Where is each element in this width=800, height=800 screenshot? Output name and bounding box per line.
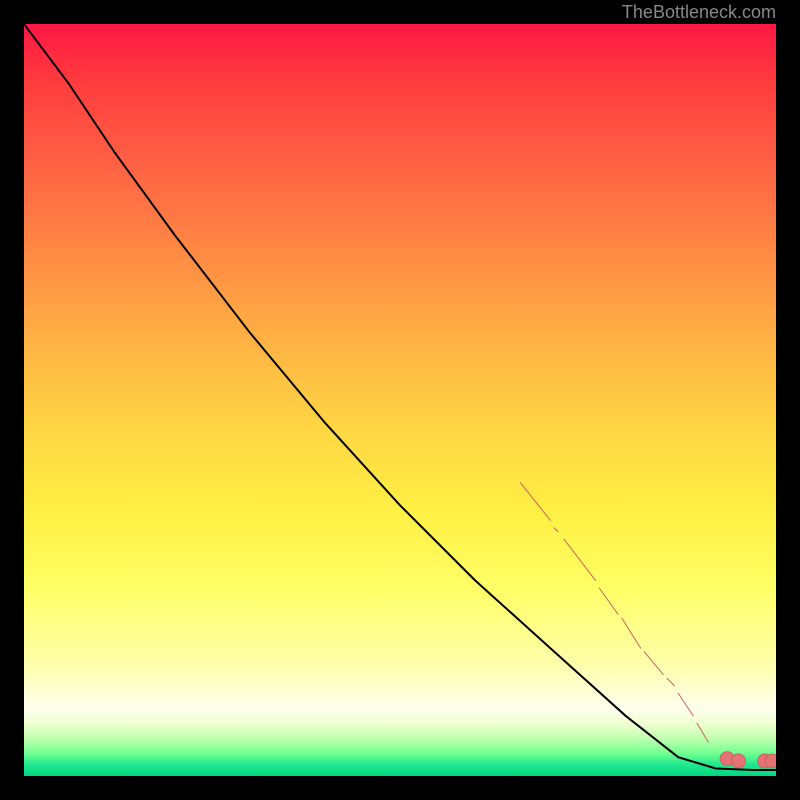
data-points — [720, 752, 776, 768]
chart-area — [24, 24, 776, 776]
attribution-text: TheBottleneck.com — [622, 2, 776, 23]
curve-path — [24, 24, 776, 770]
data-clusters — [520, 483, 708, 742]
chart-svg — [24, 24, 776, 776]
